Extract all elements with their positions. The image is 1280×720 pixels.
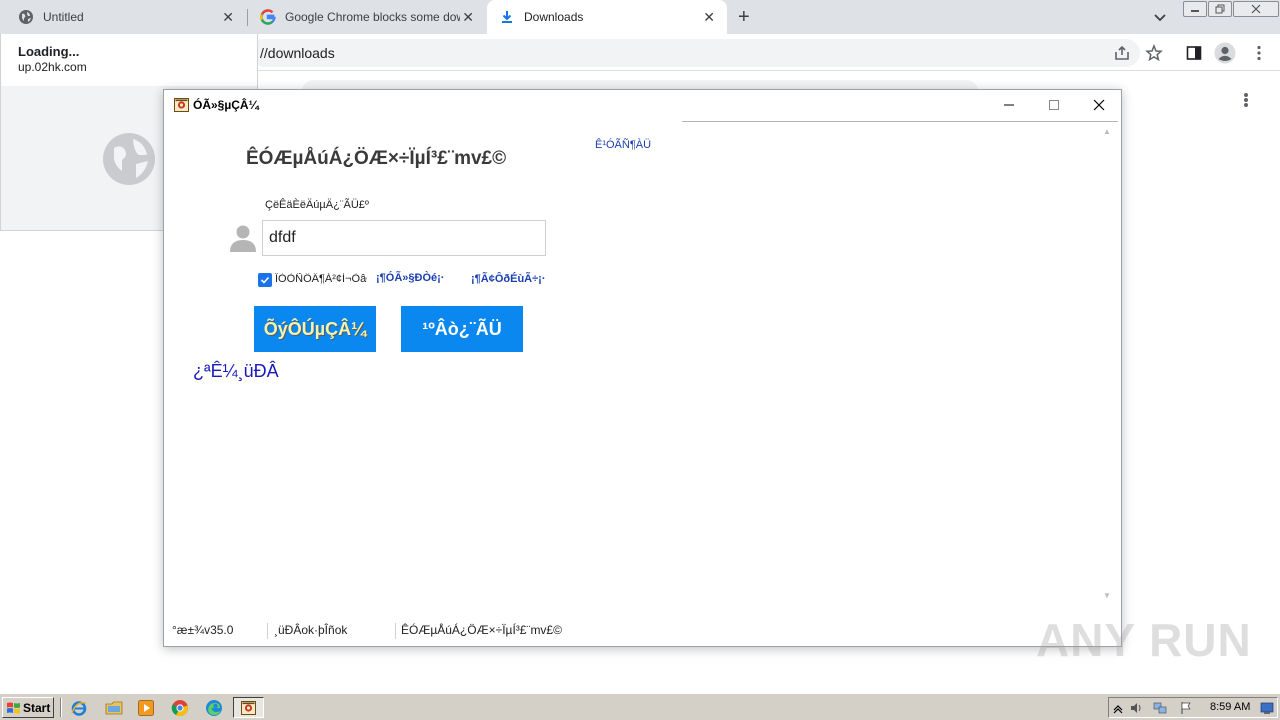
tab-title: Google Chrome blocks some downloads xyxy=(285,10,460,24)
scroll-up-arrow[interactable]: ▲ xyxy=(1103,127,1111,136)
edge-icon[interactable] xyxy=(205,699,223,717)
loading-title: Loading... xyxy=(18,44,80,59)
user-icon xyxy=(230,225,256,252)
tab-title: Untitled xyxy=(43,10,84,24)
dialog-titlebar[interactable]: ÓÃ»§µÇÂ¼ xyxy=(164,90,1121,120)
tab-google-chrome-blocks[interactable]: Google Chrome blocks some downloads ✕ xyxy=(248,0,486,34)
chrome-icon[interactable] xyxy=(171,699,189,717)
globe-icon xyxy=(19,10,33,24)
system-tray: 8:59 AM xyxy=(1108,697,1278,718)
restore-button[interactable] xyxy=(1208,1,1232,17)
google-icon xyxy=(260,9,276,25)
speaker-icon[interactable] xyxy=(1129,701,1143,715)
windows-logo-icon xyxy=(7,702,20,713)
profile-avatar-icon[interactable] xyxy=(1214,42,1236,64)
more-vert-icon[interactable] xyxy=(1250,44,1268,62)
close-icon[interactable] xyxy=(1090,96,1108,114)
scroll-down-arrow[interactable]: ▼ xyxy=(1103,591,1111,600)
tab-untitled[interactable]: Untitled ✕ xyxy=(0,0,246,34)
card-key-label: ÇëÊäÈëÄúµÄ¿¨ÃÜ£º xyxy=(265,199,369,211)
close-icon[interactable]: ✕ xyxy=(703,10,715,24)
loading-url: up.02hk.com xyxy=(18,60,87,74)
chevron-up-icon[interactable] xyxy=(1111,701,1125,715)
status-update: ¸üÐÂok·þÎñok xyxy=(274,623,348,637)
clock: 8:59 AM xyxy=(1210,701,1251,713)
address-bar[interactable]: //downloads xyxy=(250,39,1140,67)
close-icon xyxy=(1251,4,1261,14)
file-explorer-icon[interactable] xyxy=(105,699,123,717)
start-label: Start xyxy=(23,700,51,715)
dialog-title: ÓÃ»§µÇÂ¼ xyxy=(193,98,259,112)
quicklaunch-separator xyxy=(60,698,62,717)
new-tab-button[interactable]: + xyxy=(738,7,750,27)
taskbar-app-button[interactable] xyxy=(233,697,264,718)
address-text: //downloads xyxy=(260,45,335,61)
buy-card-button[interactable]: ¹ºÂò¿¨ÃÜ xyxy=(401,306,523,352)
downloads-more-icon[interactable] xyxy=(1238,92,1254,108)
agree-label: ÎÒÒÑÔÄ¶Á²¢Í¬ÒâÓÃ»§Ð­Òé xyxy=(275,273,367,285)
restore-icon xyxy=(1215,4,1225,14)
login-dialog-window: ÓÃ»§µÇÂ¼ ▲ ▼ ÊÓÆµÅúÁ¿ÖÆ×÷ÏµÍ³£¨mv£© Ê¹ÓÃ… xyxy=(163,89,1122,647)
close-icon[interactable]: ✕ xyxy=(462,10,474,24)
close-icon[interactable]: ✕ xyxy=(222,10,234,24)
show-desktop-icon[interactable] xyxy=(1260,701,1274,715)
login-button[interactable]: ÕýÔÚµÇÂ¼ xyxy=(254,306,376,352)
anyrun-watermark: ANY RUN xyxy=(1036,614,1252,666)
status-separator xyxy=(395,623,396,639)
disclaimer-link[interactable]: ¡¶Ã¢ÔðÉùÃ÷¡· xyxy=(471,273,545,285)
product-heading: ÊÓÆµÅúÁ¿ÖÆ×÷ÏµÍ³£¨mv£© xyxy=(246,148,507,169)
app-logo-icon xyxy=(174,98,189,112)
maximize-icon[interactable] xyxy=(1045,96,1063,114)
status-version: °æ±¾v35.0 xyxy=(172,623,234,637)
divider xyxy=(682,121,1118,122)
user-agreement-link[interactable]: ¡¶ÓÃ»§Ð­Òé¡· xyxy=(376,272,444,284)
download-icon xyxy=(502,11,512,23)
tab-title: Downloads xyxy=(524,10,584,24)
flag-icon[interactable] xyxy=(1179,701,1193,715)
minimize-button[interactable] xyxy=(1183,1,1207,17)
globe-icon xyxy=(103,133,155,185)
agree-checkbox[interactable] xyxy=(258,273,272,287)
status-product: ÊÓÆµÅúÁ¿ÖÆ×÷ÏµÍ³£¨mv£© xyxy=(401,623,562,637)
media-player-icon[interactable] xyxy=(137,699,155,717)
internet-explorer-icon[interactable] xyxy=(70,699,88,717)
checkmark-icon xyxy=(260,276,270,284)
status-bar: °æ±¾v35.0 ¸üÐÂok·þÎñok ÊÓÆµÅúÁ¿ÖÆ×÷ÏµÍ³£… xyxy=(164,618,1121,646)
close-window-button[interactable] xyxy=(1233,1,1279,17)
windows-taskbar: Start 8:59 AM xyxy=(0,693,1280,720)
start-update-link[interactable]: ¿ªÊ¼¸üÐÂ xyxy=(193,361,279,382)
start-button[interactable]: Start xyxy=(2,697,54,718)
status-separator xyxy=(267,623,268,639)
minimize-icon xyxy=(1191,10,1199,12)
card-key-input[interactable] xyxy=(262,220,546,256)
bookmark-star-icon[interactable] xyxy=(1145,44,1163,62)
network-icon[interactable] xyxy=(1153,701,1167,715)
browser-window-controls xyxy=(1183,1,1280,17)
app-logo-icon xyxy=(241,701,256,715)
share-icon[interactable] xyxy=(1113,44,1131,62)
help-link[interactable]: Ê¹ÓÃÑ¶ÀÜ xyxy=(595,139,651,151)
browser-tab-strip: Untitled ✕ Google Chrome blocks some dow… xyxy=(0,0,1280,34)
side-panel-icon[interactable] xyxy=(1185,44,1203,62)
chevron-down-icon[interactable] xyxy=(1152,9,1168,25)
minimize-icon[interactable] xyxy=(1000,96,1018,114)
tab-downloads[interactable]: Downloads ✕ xyxy=(487,0,727,34)
